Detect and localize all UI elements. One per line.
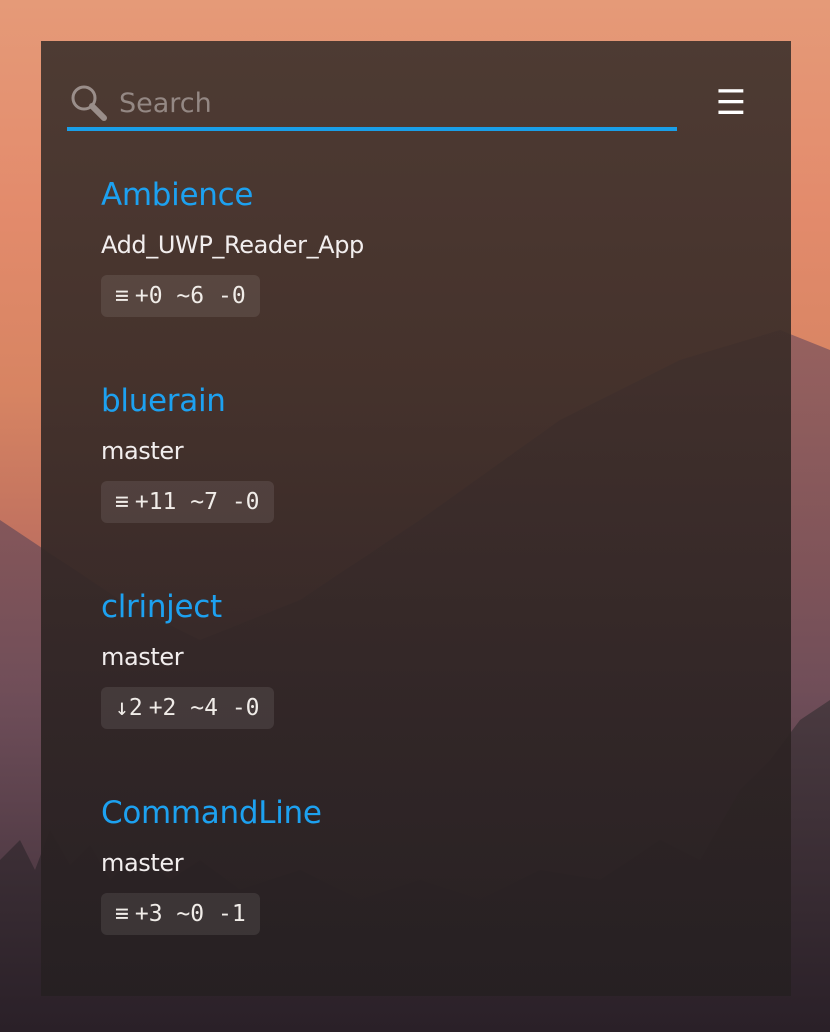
added-count: +2 (148, 695, 177, 721)
repository-list: Ambience Add_UWP_Reader_App ≡ +0 ~6 -0 bl… (101, 173, 741, 997)
sync-status: ≡ (115, 901, 129, 927)
search-box[interactable] (67, 79, 677, 131)
repo-branch: master (101, 849, 184, 877)
repo-status-badge: ≡ +11 ~7 -0 (101, 481, 274, 523)
deleted-count: -1 (217, 901, 246, 927)
added-count: +3 (134, 901, 163, 927)
repo-item[interactable]: CommandLine master ≡ +3 ~0 -1 (101, 791, 741, 997)
added-count: +11 (134, 489, 177, 515)
deleted-count: -0 (231, 695, 260, 721)
repo-branch: master (101, 437, 184, 465)
repo-name[interactable]: bluerain (101, 379, 741, 423)
repo-item[interactable]: bluerain master ≡ +11 ~7 -0 (101, 379, 741, 585)
sync-status: ≡ (115, 283, 129, 309)
repo-name[interactable]: Ambience (101, 173, 741, 217)
repo-status-badge: ≡ +0 ~6 -0 (101, 275, 260, 317)
deleted-count: -0 (217, 283, 246, 309)
modified-count: ~0 (176, 901, 205, 927)
search-icon (69, 83, 109, 123)
repository-panel: ☰ Ambience Add_UWP_Reader_App ≡+0 ~6 -0 … (41, 41, 791, 996)
repo-name[interactable]: clrinject (101, 585, 741, 629)
added-count: +0 (134, 283, 163, 309)
repo-status-badge: ≡ +3 ~0 -1 (101, 893, 260, 935)
repo-branch: master (101, 643, 184, 671)
hamburger-menu-icon: ☰ (715, 84, 747, 122)
search-input[interactable] (119, 87, 639, 119)
repo-name[interactable]: CommandLine (101, 791, 741, 835)
repo-item[interactable]: Ambience Add_UWP_Reader_App ≡ +0 ~6 -0 (101, 173, 741, 379)
repo-status-badge: ↓2 +2 ~4 -0 (101, 687, 274, 729)
sync-status: ↓2 (115, 695, 143, 721)
repo-branch: Add_UWP_Reader_App (101, 231, 364, 259)
modified-count: ~6 (176, 283, 205, 309)
modified-count: ~7 (190, 489, 218, 515)
sync-status: ≡ (115, 489, 129, 515)
modified-count: ~4 (190, 695, 218, 721)
menu-button[interactable]: ☰ (713, 85, 749, 121)
repo-item[interactable]: clrinject master ↓2 +2 ~4 -0 (101, 585, 741, 791)
deleted-count: -0 (231, 489, 260, 515)
